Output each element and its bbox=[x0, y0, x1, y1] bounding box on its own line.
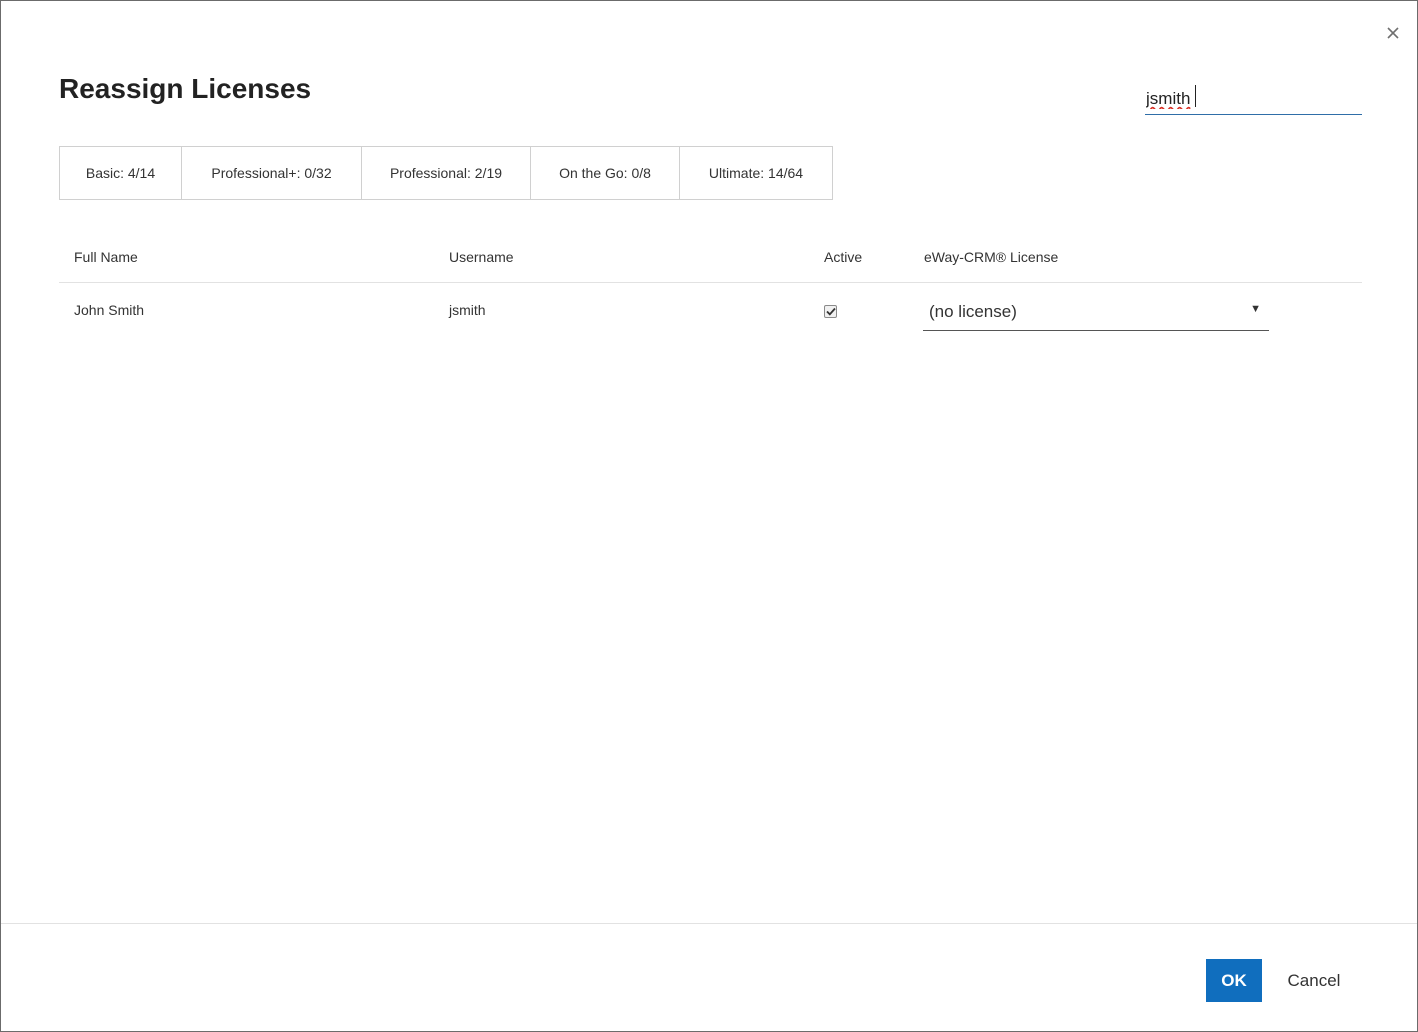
license-count-professional-plus: Professional+: 0/32 bbox=[182, 147, 362, 199]
footer-divider bbox=[1, 923, 1417, 924]
cell-username: jsmith bbox=[449, 302, 486, 318]
license-count-professional: Professional: 2/19 bbox=[362, 147, 531, 199]
column-header-active[interactable]: Active bbox=[824, 249, 862, 265]
page-title: Reassign Licenses bbox=[59, 73, 312, 104]
license-count-on-the-go: On the Go: 0/8 bbox=[531, 147, 680, 199]
reassign-licenses-dialog: Reassign Licenses Basic: 4/14 Profession… bbox=[0, 0, 1418, 1032]
license-count-label: Professional+: 0/32 bbox=[211, 165, 332, 181]
text-caret bbox=[1195, 85, 1196, 107]
checkmark-icon bbox=[825, 307, 836, 316]
search-field[interactable] bbox=[1145, 79, 1362, 115]
column-header-license[interactable]: eWay-CRM® License bbox=[924, 249, 1058, 265]
license-select[interactable]: (no license) ▼ bbox=[923, 293, 1269, 331]
active-checkbox[interactable] bbox=[824, 305, 837, 318]
ok-button[interactable]: OK bbox=[1206, 959, 1262, 1002]
cell-full-name: John Smith bbox=[74, 302, 145, 318]
close-icon bbox=[1387, 27, 1399, 39]
license-count-label: Basic: 4/14 bbox=[85, 165, 156, 181]
column-header-full-name[interactable]: Full Name bbox=[74, 249, 138, 265]
table-row: John Smith jsmith (no license) ▼ bbox=[59, 283, 1362, 339]
close-button[interactable] bbox=[1381, 21, 1405, 45]
cancel-button[interactable]: Cancel bbox=[1273, 959, 1355, 1002]
license-count-label: Ultimate: 14/64 bbox=[708, 165, 804, 181]
dropdown-arrow-icon: ▼ bbox=[1250, 303, 1261, 315]
license-select-value: (no license) bbox=[929, 302, 1017, 321]
search-input[interactable] bbox=[1145, 79, 1362, 114]
license-count-basic: Basic: 4/14 bbox=[60, 147, 182, 199]
table-header: Full Name Username Active eWay-CRM® Lice… bbox=[59, 237, 1362, 283]
license-summary: Basic: 4/14 Professional+: 0/32 Professi… bbox=[59, 146, 833, 200]
license-count-label: Professional: 2/19 bbox=[389, 165, 503, 181]
column-header-username[interactable]: Username bbox=[449, 249, 514, 265]
license-count-ultimate: Ultimate: 14/64 bbox=[680, 147, 832, 199]
license-count-label: On the Go: 0/8 bbox=[559, 165, 651, 181]
